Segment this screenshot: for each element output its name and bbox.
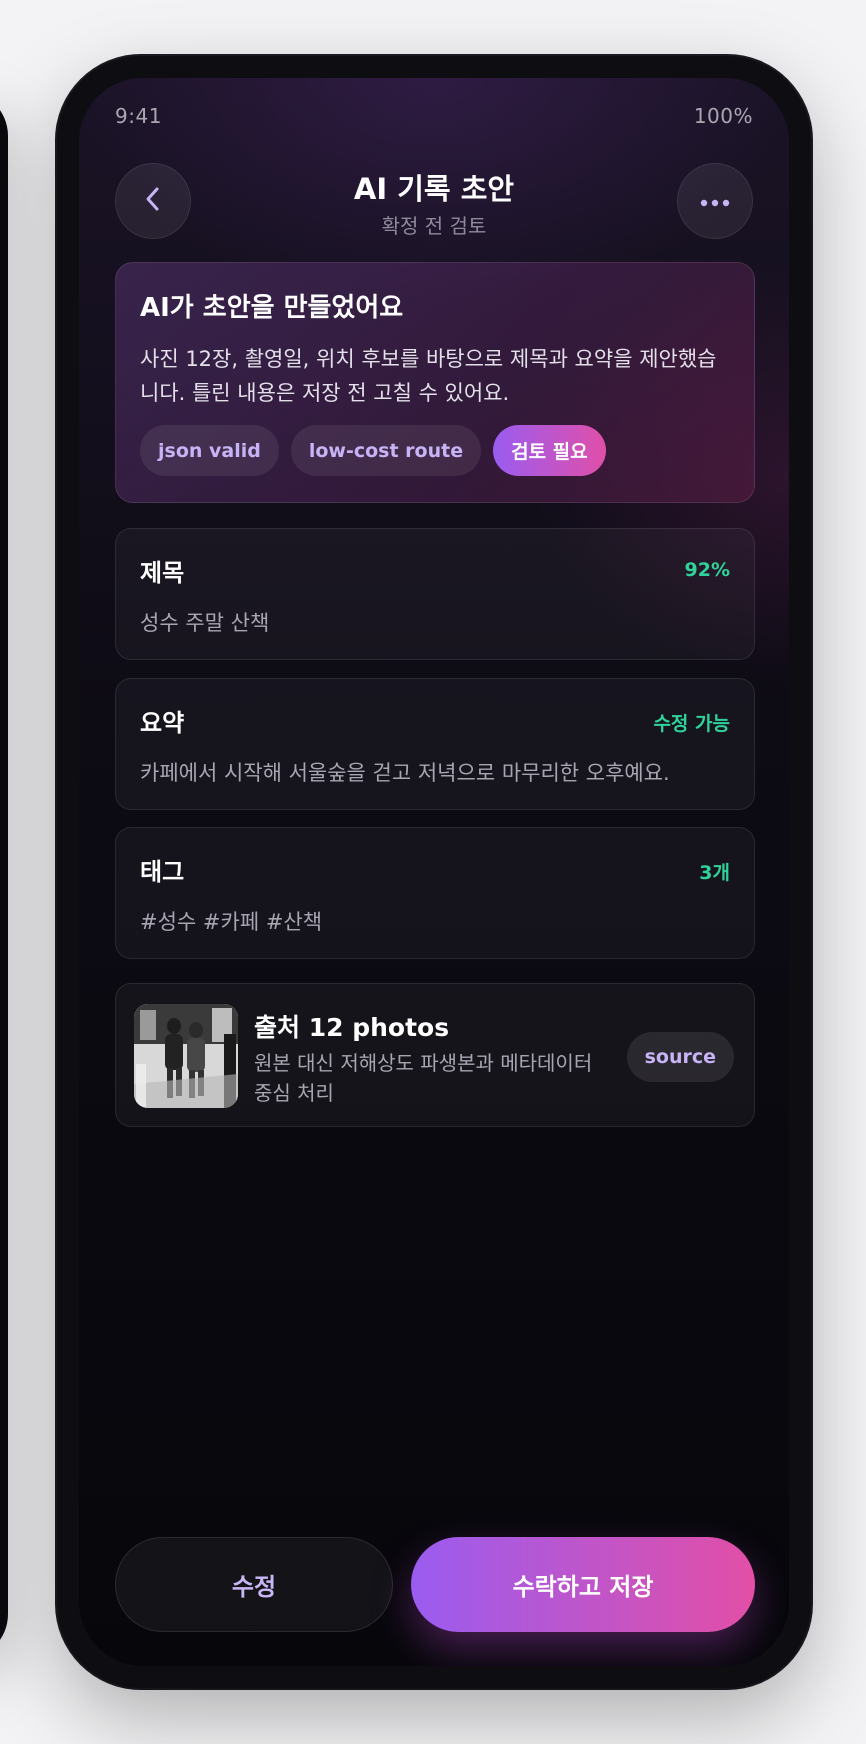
hero-description: 사진 12장, 촬영일, 위치 후보를 바탕으로 제목과 요약을 제안했습니다.… xyxy=(140,347,717,405)
source-title: 출처 12 photos xyxy=(254,1013,450,1042)
field-label: 제목 xyxy=(140,559,185,587)
field-value: #성수 #카페 #산책 xyxy=(140,910,323,934)
source-button[interactable]: source xyxy=(626,1032,734,1082)
field-value: 성수 주말 산책 xyxy=(140,611,270,635)
tags-field-card[interactable]: 태그 3개 #성수 #카페 #산책 xyxy=(115,827,755,959)
status-chips: json valid low-cost route 검토 필요 xyxy=(140,425,606,476)
summary-field-card[interactable]: 요약 수정 가능 카페에서 시작해 서울숲을 걷고 저녁으로 마무리한 오후예요… xyxy=(115,678,755,810)
status-time: 9:41 xyxy=(115,104,162,128)
field-value: 카페에서 시작해 서울숲을 걷고 저녁으로 마무리한 오후예요. xyxy=(140,761,670,785)
source-card: 출처 12 photos 원본 대신 저해상도 파생본과 메타데이터 중심 처리… xyxy=(115,983,755,1127)
source-description: 원본 대신 저해상도 파생본과 메타데이터 중심 처리 xyxy=(254,1051,593,1105)
chip-review-needed: 검토 필요 xyxy=(493,425,606,476)
more-dots-icon xyxy=(700,192,730,211)
photo-thumbnail xyxy=(134,1004,238,1108)
editable-badge: 수정 가능 xyxy=(653,713,730,735)
app-screen: 9:41 100% AI 기록 초안 확정 전 검토 AI가 초안을 만들었어요… xyxy=(79,78,789,1666)
chip-json-valid: json valid xyxy=(140,425,279,476)
tag-count-badge: 3개 xyxy=(699,862,730,884)
hero-title: AI가 초안을 만들었어요 xyxy=(140,293,404,323)
status-bar: 9:41 100% xyxy=(115,104,753,128)
accept-and-save-button[interactable]: 수락하고 저장 xyxy=(411,1537,755,1632)
edit-button[interactable]: 수정 xyxy=(115,1537,393,1632)
ai-draft-summary-card: AI가 초안을 만들었어요 사진 12장, 촬영일, 위치 후보를 바탕으로 제… xyxy=(115,262,755,503)
chip-low-cost-route: low-cost route xyxy=(290,425,482,476)
phone-frame: 9:41 100% AI 기록 초안 확정 전 검토 AI가 초안을 만들었어요… xyxy=(57,56,811,1688)
field-label: 태그 xyxy=(140,858,185,886)
title-field-card[interactable]: 제목 92% 성수 주말 산책 xyxy=(115,528,755,660)
adjacent-phone-edge xyxy=(0,90,8,1660)
more-options-button[interactable] xyxy=(677,163,753,239)
field-label: 요약 xyxy=(140,709,185,737)
confidence-badge: 92% xyxy=(684,559,730,581)
status-battery: 100% xyxy=(693,104,753,128)
